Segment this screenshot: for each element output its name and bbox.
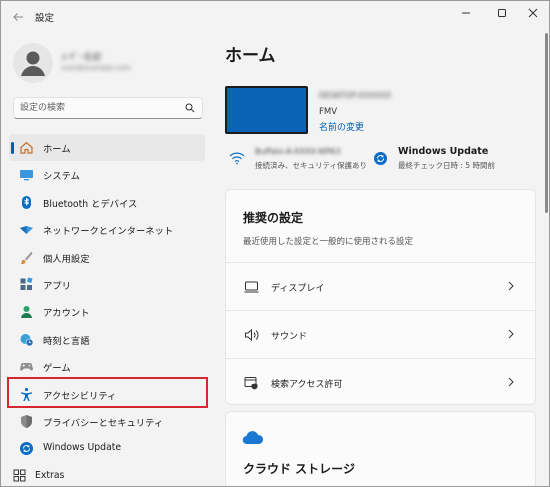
sidebar-item-label: Windows Update xyxy=(43,442,122,454)
card-title: 推奨の設定 xyxy=(243,211,304,225)
network-name: Buffalo-A-XXXX-WPA3 xyxy=(255,147,341,156)
app-title: 設定 xyxy=(35,13,55,24)
sidebar-item-personalization[interactable]: 個人用設定 xyxy=(9,244,205,271)
highlight-annotation xyxy=(7,377,208,408)
close-icon xyxy=(528,8,538,18)
update-subtitle: 最終チェック日時 : 5 時間前 xyxy=(398,161,495,170)
profile-name: ﾕｰｻﾞｰ名前 xyxy=(61,53,102,63)
search-input[interactable] xyxy=(20,101,180,115)
brush-icon xyxy=(21,251,33,264)
globe-clock-icon xyxy=(20,333,34,347)
sidebar-item-label: Extras xyxy=(35,470,65,481)
network-status-text: 接続済み、セキュリティ保護あり xyxy=(255,161,368,170)
sidebar-item-windows-update[interactable]: Windows Update xyxy=(9,435,205,462)
sidebar-item-system[interactable]: システム xyxy=(9,161,205,188)
row-label: ディスプレイ xyxy=(271,284,325,294)
title-bar: 設定 xyxy=(1,1,549,33)
sidebar-item-apps[interactable]: アプリ xyxy=(9,271,205,298)
sidebar-item-label: 個人用設定 xyxy=(43,253,90,265)
home-icon xyxy=(20,141,33,154)
sidebar-item-accounts[interactable]: アカウント xyxy=(9,298,205,325)
cloud-storage-card: クラウド ストレージ xyxy=(225,411,536,486)
search-permission-icon xyxy=(244,377,258,390)
sidebar-item-label: システム xyxy=(43,171,80,183)
update-icon xyxy=(20,442,33,456)
sidebar-item-label: 時刻と言語 xyxy=(43,335,90,347)
sidebar-item-label: アプリ xyxy=(43,280,71,292)
sidebar-item-label: アカウント xyxy=(43,308,90,320)
display-icon xyxy=(244,281,259,293)
sidebar-item-label: Bluetooth とデバイス xyxy=(43,198,138,210)
apps-icon xyxy=(20,277,33,290)
close-button[interactable] xyxy=(516,1,549,25)
sidebar-item-label: ネットワークとインターネット xyxy=(43,226,174,238)
cloud-icon xyxy=(242,431,264,445)
search-icon[interactable] xyxy=(184,102,196,114)
extras-icon xyxy=(13,469,26,482)
profile-email: user@example.com xyxy=(61,64,131,72)
recommended-row-sound[interactable]: サウンド xyxy=(226,310,535,358)
card-subtitle: 最近使用した設定と一般的に使用される設定 xyxy=(243,237,414,247)
maximize-button[interactable] xyxy=(485,1,519,25)
back-arrow-icon xyxy=(13,13,23,21)
device-thumbnail xyxy=(225,86,308,134)
settings-search[interactable] xyxy=(13,97,203,119)
row-label: サウンド xyxy=(271,332,308,342)
recommended-settings-card: 推奨の設定 最近使用した設定と一般的に使用される設定 ディスプレイ サウンド 検… xyxy=(225,189,536,405)
sidebar-item-time-language[interactable]: 時刻と言語 xyxy=(9,326,205,353)
chevron-right-icon xyxy=(508,329,514,339)
recommended-row-search-permissions[interactable]: 検索アクセス許可 xyxy=(226,358,535,406)
sidebar-item-bluetooth[interactable]: Bluetooth とデバイス xyxy=(9,189,205,216)
update-title: Windows Update xyxy=(398,146,489,157)
row-label: 検索アクセス許可 xyxy=(271,380,343,390)
back-button[interactable] xyxy=(7,7,29,27)
update-icon xyxy=(374,152,387,165)
minimize-button[interactable] xyxy=(449,1,483,25)
sidebar-item-extras[interactable]: Extras xyxy=(9,467,129,485)
rename-link[interactable]: 名前の変更 xyxy=(319,120,364,133)
chevron-right-icon xyxy=(508,377,514,387)
account-icon xyxy=(21,306,32,319)
wifi-icon xyxy=(229,152,245,165)
scrollbar[interactable] xyxy=(545,33,548,213)
settings-window: 設定 ﾕｰｻﾞｰ名前 user@example.com 設定の検索 ホーム シス… xyxy=(0,0,550,487)
sidebar-item-label: ホーム xyxy=(43,144,71,155)
windows-update-status[interactable]: Windows Update 最終チェック日時 : 5 時間前 xyxy=(373,145,533,173)
speaker-icon xyxy=(245,328,259,342)
sidebar-item-privacy-security[interactable]: プライバシーとセキュリティ xyxy=(9,408,205,435)
sidebar-item-label: プライバシーとセキュリティ xyxy=(43,417,164,429)
gamepad-icon xyxy=(20,363,33,371)
bluetooth-icon xyxy=(22,195,31,209)
sidebar-item-network[interactable]: ネットワークとインターネット xyxy=(9,216,205,243)
monitor-icon xyxy=(20,170,33,181)
sidebar-item-label: ゲーム xyxy=(43,363,71,375)
sidebar-nav: ホーム システム Bluetooth とデバイス ネットワークとインターネット xyxy=(9,134,205,463)
shield-icon xyxy=(21,414,32,428)
device-name: DESKTOP-XXXXXX xyxy=(319,91,392,100)
maximize-icon xyxy=(498,9,506,17)
page-title: ホーム xyxy=(225,46,276,66)
network-status[interactable]: Buffalo-A-XXXX-WPA3 接続済み、セキュリティ保護あり xyxy=(229,145,369,173)
user-avatar-icon xyxy=(13,43,53,83)
recommended-row-display[interactable]: ディスプレイ xyxy=(226,262,535,310)
minimize-icon xyxy=(462,12,470,14)
user-profile[interactable]: ﾕｰｻﾞｰ名前 user@example.com xyxy=(13,43,203,83)
avatar xyxy=(13,43,53,83)
network-icon xyxy=(20,226,33,235)
active-indicator xyxy=(11,142,14,154)
card-title: クラウド ストレージ xyxy=(243,462,355,476)
chevron-right-icon xyxy=(508,281,514,291)
sidebar-item-home[interactable]: ホーム xyxy=(9,134,205,162)
device-model: FMV xyxy=(319,107,338,117)
